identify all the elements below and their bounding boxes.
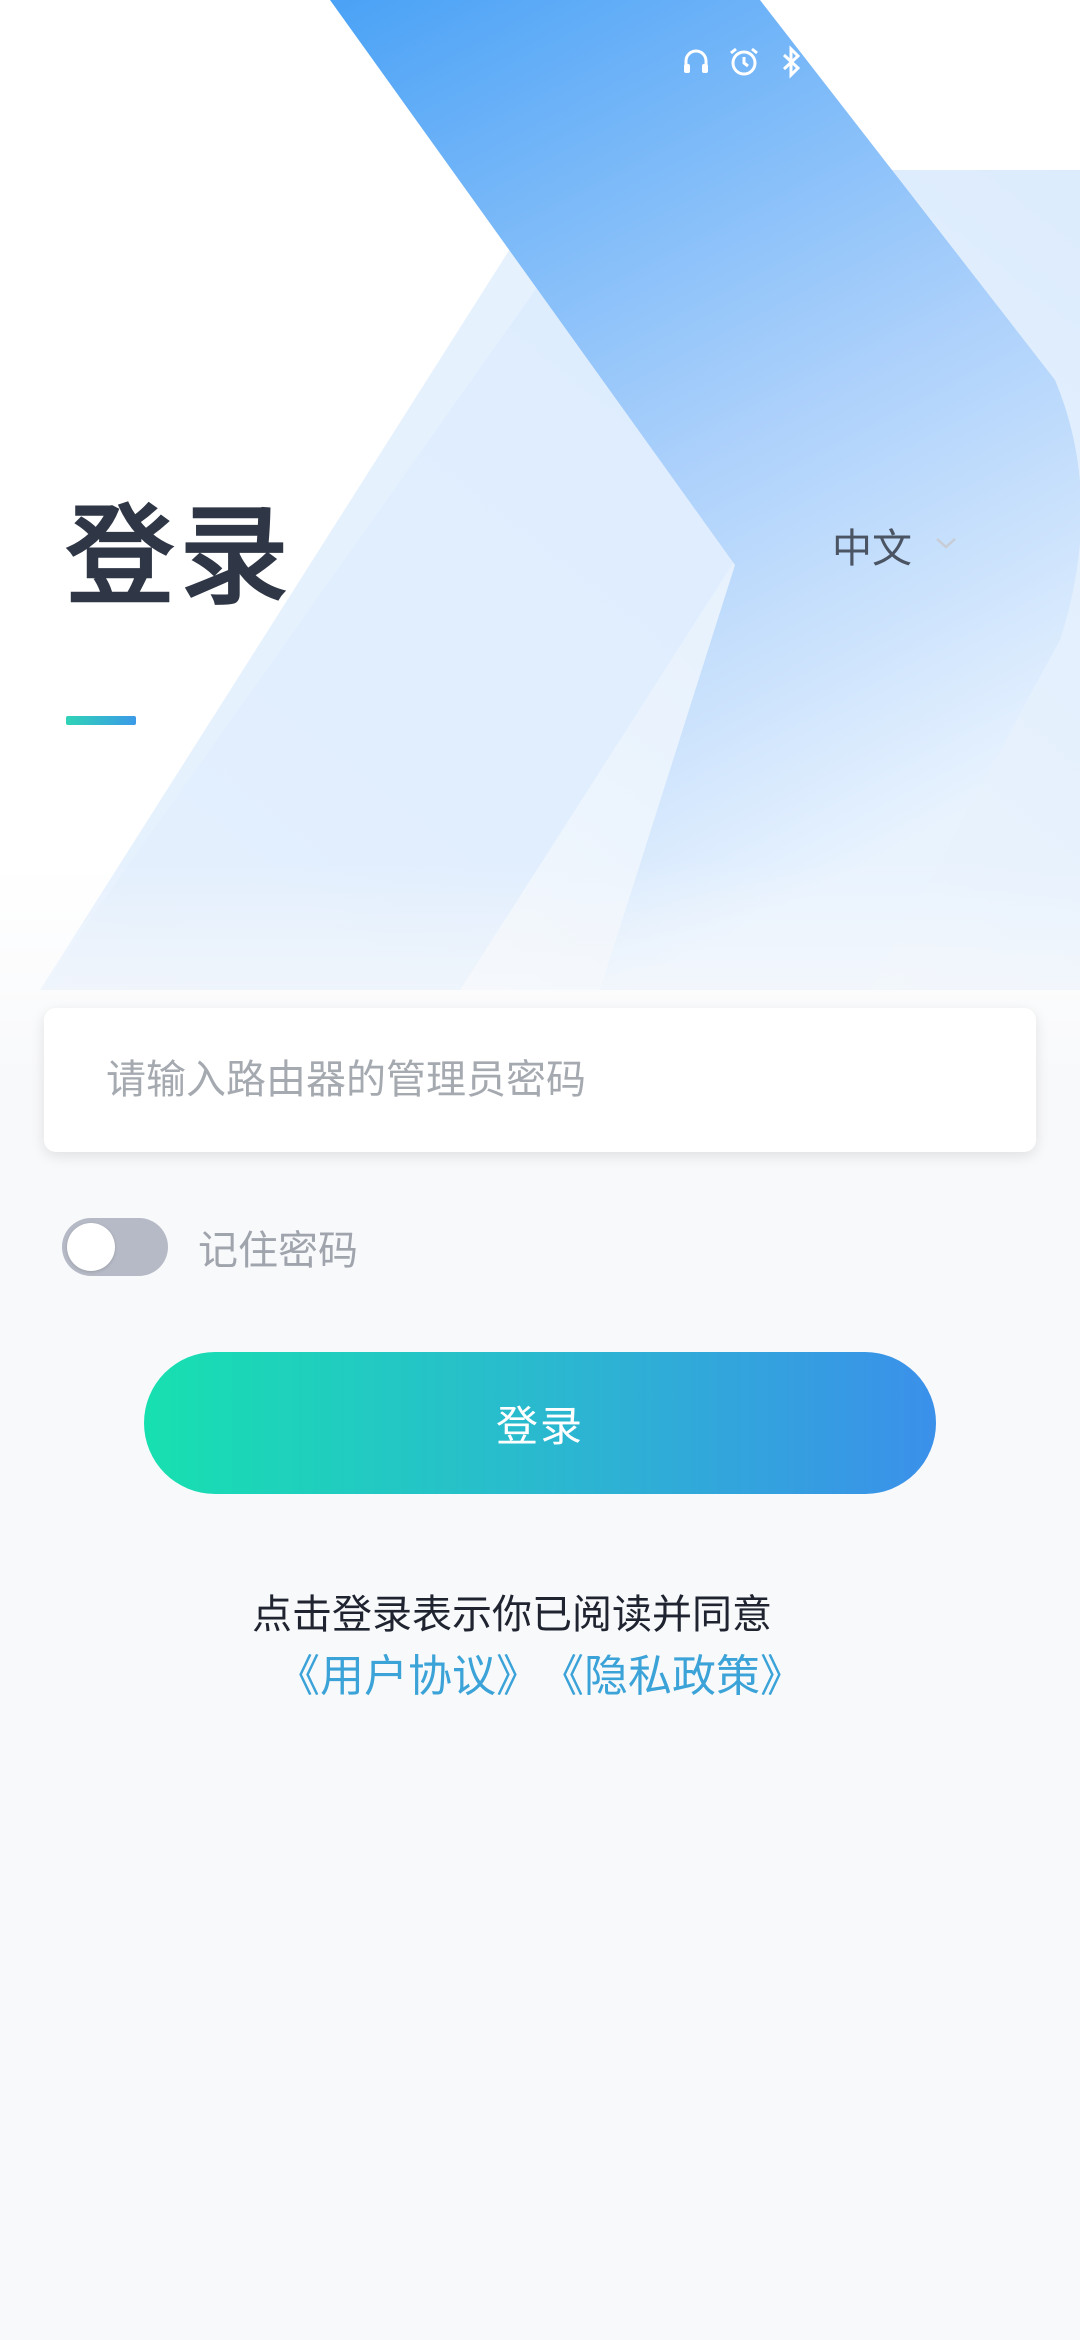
remember-password-row: 记住密码 — [62, 1218, 358, 1276]
login-screen: 登录 中文 记住密码 登录 点击登录表示你已阅读并同意 《用户协议》 《隐私政策… — [0, 0, 1080, 2340]
language-label: 中文 — [832, 526, 912, 572]
policy-links: 《用户协议》 《隐私政策》 — [276, 1640, 804, 1704]
password-input[interactable] — [44, 1008, 1036, 1152]
signal-dot-icon — [353, 51, 365, 63]
remember-password-toggle[interactable] — [62, 1218, 168, 1276]
password-card — [44, 1008, 1036, 1152]
toggle-knob — [67, 1223, 115, 1271]
bluetooth-icon — [774, 44, 810, 80]
status-bar — [0, 40, 1080, 90]
alarm-icon — [726, 44, 762, 80]
privacy-policy-link[interactable]: 《隐私政策》 — [540, 1640, 804, 1704]
chevron-down-icon — [934, 535, 958, 555]
headset-icon — [678, 44, 714, 80]
page-title: 登录 — [66, 495, 295, 620]
title-underline — [66, 716, 136, 725]
remember-password-label: 记住密码 — [198, 1228, 358, 1274]
language-selector[interactable]: 中文 — [832, 516, 958, 574]
user-agreement-link[interactable]: 《用户协议》 — [276, 1640, 540, 1704]
login-button[interactable]: 登录 — [144, 1352, 936, 1494]
agreement-text: 点击登录表示你已阅读并同意 — [252, 1592, 772, 1638]
